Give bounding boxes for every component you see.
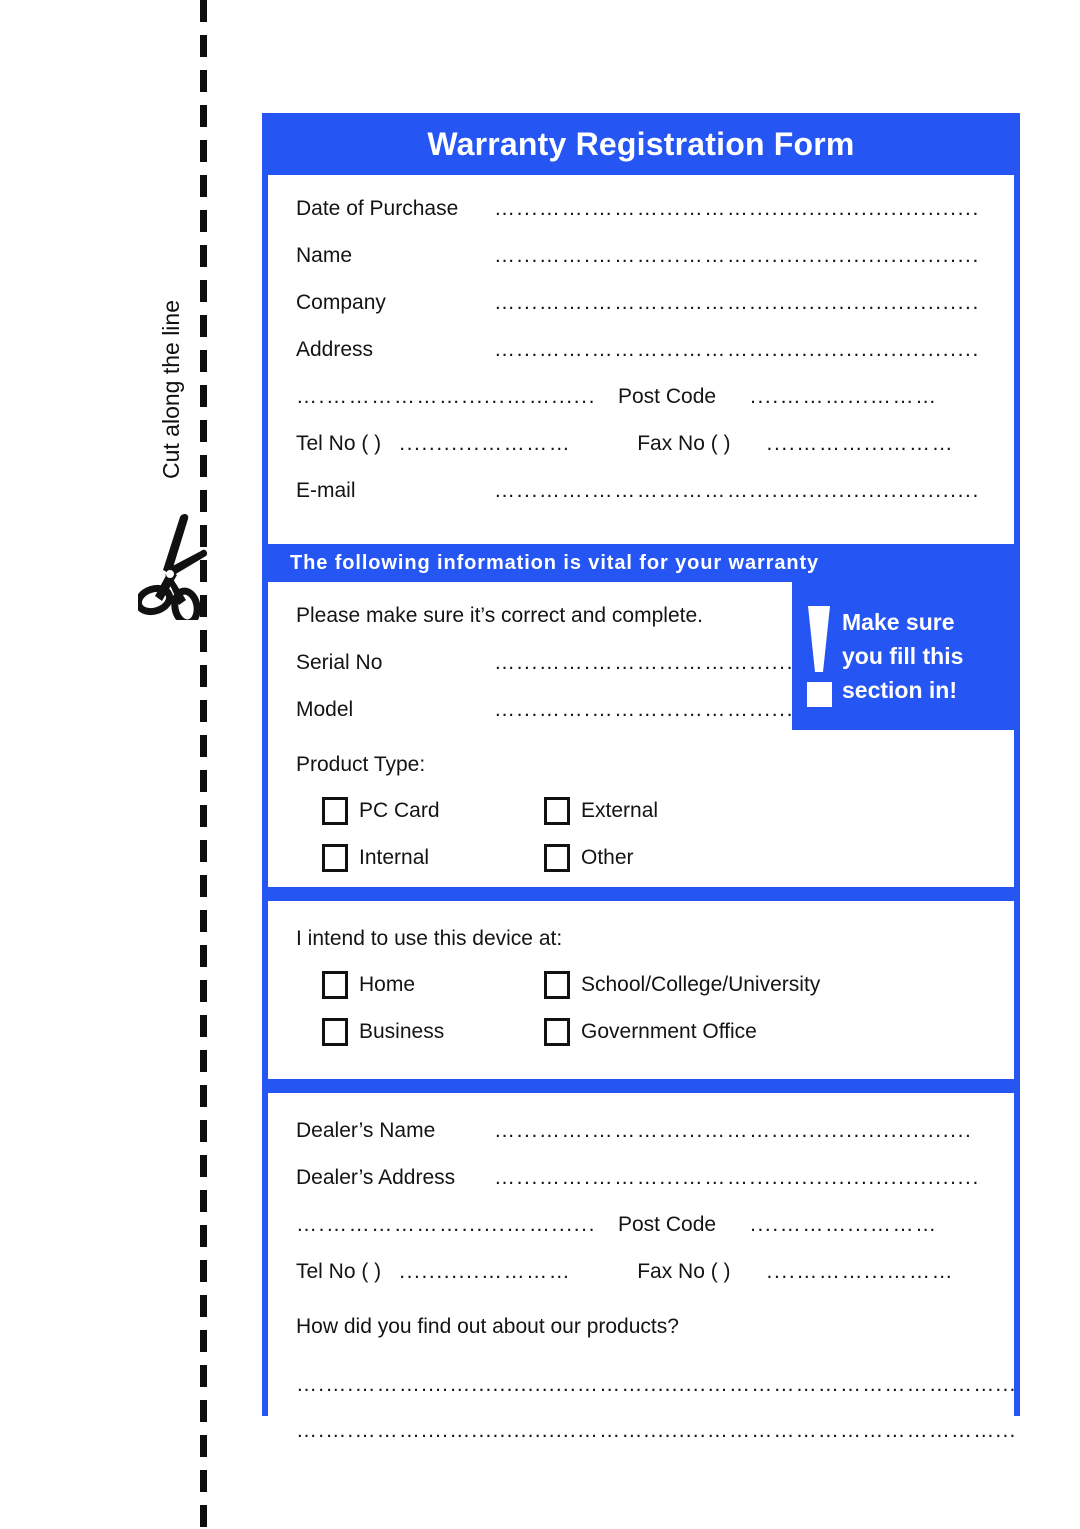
checkbox-item-business[interactable]: Business <box>322 1017 544 1046</box>
section-divider-1 <box>262 887 1020 901</box>
input-dealers-address[interactable]: …...…….………...………........................… <box>494 1166 990 1190</box>
checkbox-label-school-college-university: School/College/University <box>581 972 821 996</box>
checkbox-label-business: Business <box>359 1019 445 1043</box>
checkbox-label-internal: Internal <box>359 845 430 869</box>
input-dealer-fax-no[interactable]: ....………...……… <box>731 1260 990 1284</box>
make-sure-callout-text: Make sure you fill this section in! <box>842 605 963 707</box>
checkbox-label-external: External <box>581 798 659 822</box>
field-row-address[interactable]: Address …...…….………...………................… <box>268 338 1014 385</box>
customer-details-panel: Date of Purchase …...…….………...……….......… <box>268 175 1014 544</box>
warranty-registration-form: Warranty Registration Form Date of Purch… <box>262 113 1020 1485</box>
checkbox-label-government-office: Government Office <box>581 1019 757 1043</box>
product-type-checkbox-grid: PC Card External Internal Other <box>268 787 1014 881</box>
label-post-code: Post Code <box>618 385 717 408</box>
input-dealer-tel-no[interactable]: ...........………… <box>381 1260 599 1284</box>
vital-information-banner: The following information is vital for y… <box>262 544 1020 582</box>
exclamation-icon <box>807 606 832 707</box>
cut-along-the-line-label: Cut along the line <box>158 300 192 510</box>
product-type-row-2: Internal Other <box>322 834 1014 881</box>
label-tel-no: Tel No ( ) <box>296 432 382 455</box>
product-type-row-1: PC Card External <box>322 787 1014 834</box>
label-date-of-purchase: Date of Purchase <box>296 197 459 220</box>
checkbox-other[interactable] <box>544 843 570 872</box>
input-post-code[interactable]: ....………...……… <box>750 385 990 409</box>
form-title: Warranty Registration Form <box>262 113 1020 175</box>
callout-line-2: you fill this <box>842 643 964 669</box>
input-address-line2[interactable]: ….………………......……........... <box>296 385 596 409</box>
product-type-title: Product Type: <box>296 753 426 776</box>
label-address: Address <box>296 338 374 361</box>
label-dealer-post-code: Post Code <box>618 1213 717 1236</box>
field-row-dealer-address-line2-postcode[interactable]: ….………………......……........... Post Code ..… <box>268 1213 1014 1260</box>
field-row-address-line2-postcode[interactable]: ….………………......……........... Post Code ..… <box>268 385 1014 432</box>
cut-label-text: Cut along the line <box>158 300 184 480</box>
checkbox-government-office[interactable] <box>544 1017 570 1046</box>
make-sure-callout: Make sure you fill this section in! <box>792 582 1014 730</box>
checkbox-internal[interactable] <box>322 843 348 872</box>
label-name: Name <box>296 244 353 267</box>
product-details-panel: Please make sure it’s correct and comple… <box>268 582 1014 887</box>
usage-row-1: Home School/College/University <box>322 961 1014 1008</box>
field-row-name[interactable]: Name …...…….………...………...................… <box>268 244 1014 291</box>
how-did-you-find-out-answer-line-1[interactable]: ….….………....…...............……….........…… <box>268 1373 1014 1419</box>
input-dealer-post-code[interactable]: ....………...……… <box>750 1213 990 1237</box>
input-address[interactable]: …...…….………...………........................… <box>494 338 990 362</box>
label-fax-no: Fax No ( ) <box>637 432 731 455</box>
input-name[interactable]: …...…….………...………........................… <box>494 244 990 268</box>
input-email[interactable]: …...…….………...………........................… <box>494 479 990 503</box>
field-row-company[interactable]: Company …...…….………...………................… <box>268 291 1014 338</box>
label-model: Model <box>296 698 354 721</box>
label-dealer-tel-no: Tel No ( ) <box>296 1260 382 1283</box>
checkbox-external[interactable] <box>544 796 570 825</box>
label-dealers-address: Dealer’s Address <box>296 1166 456 1189</box>
checkbox-item-school-college-university[interactable]: School/College/University <box>544 970 821 999</box>
field-row-dealers-address[interactable]: Dealer’s Address …...…….………...……….......… <box>268 1166 1014 1213</box>
how-did-you-find-out-question: How did you find out about our products? <box>296 1315 679 1338</box>
label-company: Company <box>296 291 386 314</box>
input-company[interactable]: …...…….………...………........................… <box>494 291 990 315</box>
checkbox-item-pc-card[interactable]: PC Card <box>322 796 544 825</box>
usage-panel: I intend to use this device at: Home Sch… <box>268 901 1014 1079</box>
input-dealer-address-line2[interactable]: ….………………......……........... <box>296 1213 596 1237</box>
checkbox-home[interactable] <box>322 970 348 999</box>
input-date-of-purchase[interactable]: …...…….………...………........................… <box>494 197 990 221</box>
section-divider-2 <box>262 1079 1020 1093</box>
checkbox-school-college-university[interactable] <box>544 970 570 999</box>
field-row-email[interactable]: E-mail …...…….………...……….................… <box>268 479 1014 526</box>
label-dealer-fax-no: Fax No ( ) <box>637 1260 731 1283</box>
cut-along-dashed-line <box>200 0 207 1529</box>
label-dealers-name: Dealer’s Name <box>296 1119 436 1142</box>
checkbox-label-pc-card: PC Card <box>359 798 440 822</box>
callout-line-3: section in! <box>842 677 958 703</box>
checkbox-label-other: Other <box>581 845 634 869</box>
field-row-date-of-purchase[interactable]: Date of Purchase …...…….………...……….......… <box>268 197 1014 244</box>
input-fax-no[interactable]: ....………...……… <box>731 432 990 456</box>
how-did-you-find-out-answer-line-2[interactable]: ….….………....…...............……….........…… <box>268 1419 1014 1465</box>
checkbox-item-external[interactable]: External <box>544 796 659 825</box>
field-row-dealers-name[interactable]: Dealer’s Name …...…….………......……….......… <box>268 1119 1014 1166</box>
checkbox-business[interactable] <box>322 1017 348 1046</box>
callout-line-1: Make sure <box>842 609 955 635</box>
checkbox-item-home[interactable]: Home <box>322 970 544 999</box>
usage-checkbox-grid: Home School/College/University Business … <box>268 961 1014 1055</box>
label-serial-no: Serial No <box>296 651 383 674</box>
dealer-panel: Dealer’s Name …...…….………......……….......… <box>268 1093 1014 1485</box>
label-email: E-mail <box>296 479 356 502</box>
scissors-icon <box>138 514 208 620</box>
checkbox-label-home: Home <box>359 972 416 996</box>
input-tel-no[interactable]: ...........………… <box>381 432 599 456</box>
field-row-tel-fax[interactable]: Tel No ( ) ...........………… Fax No ( ) ..… <box>268 432 1014 479</box>
checkbox-item-other[interactable]: Other <box>544 843 634 872</box>
usage-title: I intend to use this device at: <box>296 927 563 950</box>
checkbox-item-government-office[interactable]: Government Office <box>544 1017 757 1046</box>
note-correct-and-complete: Please make sure it’s correct and comple… <box>296 604 703 627</box>
checkbox-item-internal[interactable]: Internal <box>322 843 544 872</box>
usage-row-2: Business Government Office <box>322 1008 1014 1055</box>
field-row-dealer-tel-fax[interactable]: Tel No ( ) ...........………… Fax No ( ) ..… <box>268 1260 1014 1307</box>
checkbox-pc-card[interactable] <box>322 796 348 825</box>
input-dealers-name[interactable]: …...…….………......……….....................… <box>494 1119 990 1143</box>
